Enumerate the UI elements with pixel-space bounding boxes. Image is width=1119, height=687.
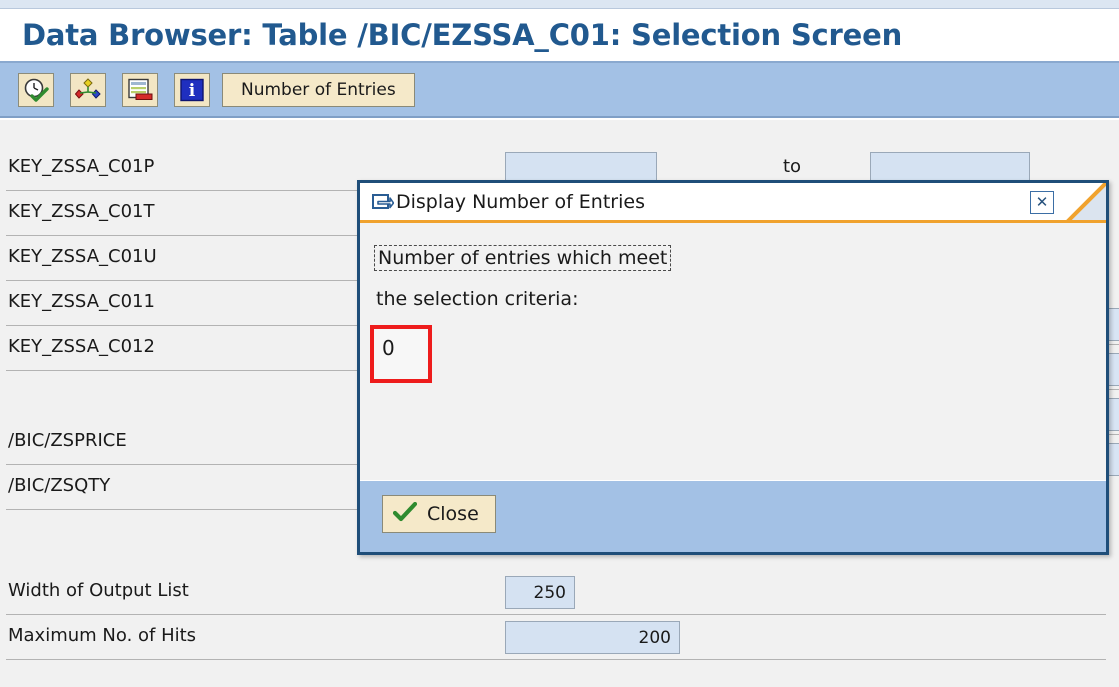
execute-check-icon-button[interactable] [18, 73, 54, 107]
to-input-partial[interactable] [1108, 353, 1119, 386]
application-toolbar: i Number of Entries [0, 63, 1119, 118]
close-button[interactable]: Close [382, 495, 496, 533]
window-top-strip [0, 0, 1119, 9]
dialog-message-line-1: Number of entries which meet [374, 245, 671, 271]
field-label: /BIC/ZSQTY [8, 475, 110, 496]
title-bar: Data Browser: Table /BIC/EZSSA_C01: Sele… [0, 9, 1119, 63]
display-number-of-entries-dialog: Display Number of Entries ✕ Number of en… [357, 180, 1109, 555]
field-label: KEY_ZSSA_C012 [8, 336, 155, 357]
to-input-partial[interactable] [1108, 443, 1119, 476]
to-label: to [783, 156, 801, 177]
field-label: KEY_ZSSA_C011 [8, 291, 155, 312]
dialog-title: Display Number of Entries [396, 191, 645, 213]
maximum-no-of-hits-label: Maximum No. of Hits [8, 625, 196, 646]
checkmark-icon [393, 502, 417, 527]
page-title: Data Browser: Table /BIC/EZSSA_C01: Sele… [22, 18, 902, 52]
multiple-selection-icon [75, 78, 101, 102]
dialog-corner-decoration [1064, 183, 1106, 225]
number-of-entries-button[interactable]: Number of Entries [222, 73, 415, 107]
dialog-body: Number of entries which meet the selecti… [360, 223, 1106, 481]
close-icon[interactable]: ✕ [1030, 191, 1054, 214]
width-of-output-list-input[interactable]: 250 [505, 576, 575, 609]
execute-check-icon [23, 78, 49, 102]
entry-count-value: 0 [382, 336, 395, 360]
maximum-no-of-hits-row: Maximum No. of Hits 200 [0, 615, 1119, 660]
to-input-partial[interactable] [1108, 398, 1119, 431]
field-label: KEY_ZSSA_C01T [8, 201, 154, 222]
width-of-output-list-row: Width of Output List 250 [0, 570, 1119, 615]
dialog-message-line-2: the selection criteria: [376, 288, 578, 310]
to-input-partial[interactable] [1108, 308, 1119, 341]
dialog-window-icon [372, 192, 394, 216]
svg-text:i: i [189, 81, 196, 101]
field-label: KEY_ZSSA_C01U [8, 246, 157, 267]
row-underline [6, 659, 1106, 660]
information-icon-button[interactable]: i [174, 73, 210, 107]
information-icon: i [179, 78, 205, 102]
entry-count-highlight: 0 [370, 325, 432, 383]
multiple-selection-icon-button[interactable] [70, 73, 106, 107]
dialog-title-bar: Display Number of Entries ✕ [360, 183, 1106, 223]
dialog-footer: Close [360, 480, 1106, 552]
delete-row-icon [127, 78, 153, 102]
field-label: KEY_ZSSA_C01P [8, 156, 154, 177]
maximum-no-of-hits-input[interactable]: 200 [505, 621, 680, 654]
field-label: /BIC/ZSPRICE [8, 430, 127, 451]
close-button-label: Close [427, 503, 479, 525]
delete-row-icon-button[interactable] [122, 73, 158, 107]
width-of-output-list-label: Width of Output List [8, 580, 189, 601]
